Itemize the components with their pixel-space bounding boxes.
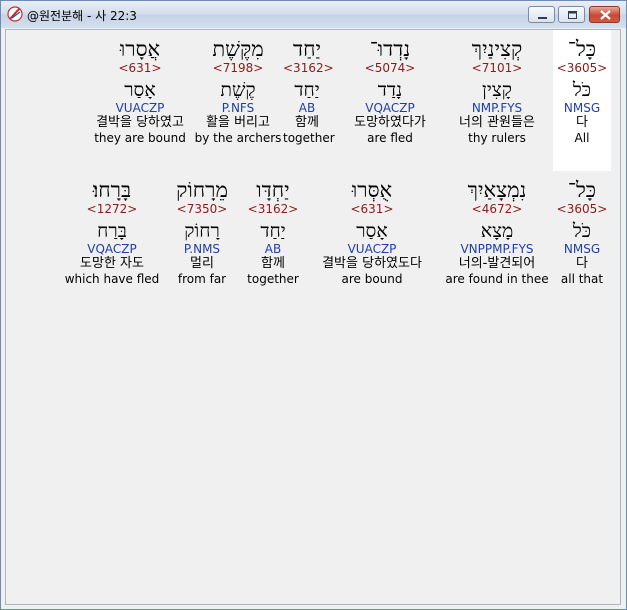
english-gloss: All — [574, 131, 590, 145]
hebrew-word: יַחַד — [292, 37, 322, 61]
parsing-code: VQACZP — [87, 242, 137, 256]
lemma: אָסַר — [124, 79, 156, 101]
strong-number[interactable]: <631> — [76, 61, 204, 75]
parsing-code: VQACZP — [365, 101, 415, 115]
parsing-code: VUACZP — [347, 242, 397, 256]
english-gloss: thy rulers — [468, 131, 526, 145]
strong-number[interactable]: <3162> — [283, 61, 334, 75]
lemma: רָחוֹק — [184, 220, 220, 242]
word-column[interactable]: קְצִינַיִךְ <7101> קָצִין NMP.FYS 너의 관원들… — [444, 37, 550, 145]
korean-gloss: 결박을 당하였고 — [96, 115, 184, 130]
korean-gloss: 다 — [576, 115, 588, 130]
parsing-code: AB — [264, 242, 282, 256]
strong-number[interactable]: <7101> — [444, 61, 550, 75]
korean-gloss: 결박을 당하였도다 — [322, 256, 422, 271]
lemma: יַחַד — [294, 79, 320, 101]
parsing-code: NMSG — [563, 101, 601, 115]
korean-gloss: 멀리 — [190, 256, 214, 271]
korean-gloss: 함께 — [295, 115, 319, 130]
word-column[interactable]: בָּרָחוּ׃ <1272> בָּרַח VQACZP 도망한 자도 wh… — [64, 178, 160, 286]
word-column[interactable]: כָּל־ <3605> כֹּל NMSG 다 all that — [553, 178, 611, 286]
hebrew-word: מִקֶּשֶׁת — [212, 37, 264, 61]
lemma: יַחַד — [260, 220, 286, 242]
korean-gloss: 함께 — [261, 256, 285, 271]
korean-gloss: 활을 버리고 — [206, 115, 270, 130]
english-gloss: which have fled — [64, 272, 160, 286]
parsing-code: NMSG — [563, 242, 601, 256]
english-gloss: are bound — [341, 272, 403, 286]
parsing-code: AB — [298, 101, 316, 115]
lemma: כֹּל — [572, 79, 592, 101]
word-column[interactable]: יַחְדָּו <3162> יַחַד AB 함께 together — [242, 178, 304, 286]
word-column[interactable]: נָדְדוּ־ <5074> נָדַד VQACZP 도망하였다가 are … — [342, 37, 438, 145]
parsing-code: VUACZP — [115, 101, 165, 115]
hebrew-word: אֲסָרוּ — [119, 37, 161, 61]
lemma: מָצָא — [480, 220, 514, 242]
hebrew-word: כָּל־ — [567, 178, 597, 202]
lemma: נָדַד — [377, 79, 403, 101]
word-analysis-panel: אֲסָרוּ <631> אָסַר VUACZP 결박을 당하였고 they… — [5, 29, 621, 605]
lemma: כֹּל — [572, 220, 592, 242]
korean-gloss: 도망하였다가 — [354, 115, 426, 130]
strong-number[interactable]: <7198> — [190, 61, 286, 75]
korean-gloss: 다 — [576, 256, 588, 271]
hebrew-word: קְצִינַיִךְ — [471, 37, 523, 61]
parsing-code: NMP.FYS — [471, 101, 523, 115]
close-icon — [600, 10, 611, 20]
parsing-code: P.NMS — [183, 242, 221, 256]
maximize-icon — [568, 11, 577, 19]
window-title: @원전분해 - 사 22:3 — [27, 9, 137, 23]
lemma: בָּרַח — [97, 220, 127, 242]
lemma: קָצִין — [482, 79, 512, 101]
title-bar[interactable]: @원전분해 - 사 22:3 — [1, 1, 626, 28]
strong-number[interactable]: <5074> — [342, 61, 438, 75]
english-gloss: by the archers — [194, 131, 282, 145]
word-column[interactable]: נִמְצָאַיִךְ <4672> מָצָא VNPPMP.FYS 너의-… — [443, 178, 551, 286]
english-gloss: together — [247, 272, 299, 286]
parsing-code: P.NFS — [221, 101, 255, 115]
word-column[interactable]: מֵרָחוֹק <7350> רָחוֹק P.NMS 멀리 from far — [170, 178, 234, 286]
hebrew-word: נִמְצָאַיִךְ — [467, 178, 527, 202]
strong-number[interactable]: <3162> — [242, 202, 304, 216]
strong-number[interactable]: <3605> — [553, 202, 611, 216]
strong-number[interactable]: <4672> — [443, 202, 551, 216]
word-column[interactable]: יַחַד <3162> יַחַד AB 함께 together — [283, 37, 335, 145]
strong-number[interactable]: <1272> — [64, 202, 160, 216]
app-icon[interactable] — [7, 6, 23, 22]
english-gloss: they are bound — [94, 131, 186, 145]
lemma: אָסַר — [356, 220, 388, 242]
english-gloss: from far — [177, 272, 227, 286]
english-gloss: are fled — [367, 131, 413, 145]
hebrew-word: יַחְדָּו — [256, 178, 290, 202]
word-column-selected[interactable]: כָּל־ <3605> כֹּל NMSG 다 All — [553, 30, 611, 171]
strong-number[interactable]: <7350> — [170, 202, 234, 216]
lemma: קֶשֶׁת — [220, 79, 256, 101]
korean-gloss: 너의 관원들은 — [459, 115, 535, 130]
english-gloss: are found in thee — [445, 272, 549, 286]
hebrew-word: נָדְדוּ־ — [369, 37, 411, 61]
hebrew-word: מֵרָחוֹק — [176, 178, 228, 202]
hebrew-word: אֻסְּרוּ — [351, 178, 393, 202]
korean-gloss: 너의-발견되어 — [458, 256, 536, 271]
word-column[interactable]: אֻסְּרוּ <631> אָסַר VUACZP 결박을 당하였도다 ar… — [306, 178, 438, 286]
maximize-button[interactable] — [558, 6, 585, 23]
hebrew-word: בָּרָחוּ׃ — [92, 178, 132, 202]
word-column[interactable]: אֲסָרוּ <631> אָסַר VUACZP 결박을 당하였고 they… — [76, 37, 204, 145]
korean-gloss: 도망한 자도 — [80, 256, 144, 271]
close-button[interactable] — [589, 6, 620, 23]
minimize-icon — [538, 17, 547, 19]
app-window: @원전분해 - 사 22:3 אֲסָרוּ <631> אָסַר VUACZ… — [0, 0, 627, 610]
english-gloss: together — [283, 131, 335, 145]
parsing-code: VNPPMP.FYS — [460, 242, 534, 256]
word-column[interactable]: מִקֶּשֶׁת <7198> קֶשֶׁת P.NFS 활을 버리고 by … — [190, 37, 286, 145]
english-gloss: all that — [560, 272, 604, 286]
minimize-button[interactable] — [528, 6, 555, 23]
strong-number[interactable]: <3605> — [553, 61, 611, 75]
hebrew-word: כָּל־ — [567, 37, 597, 61]
strong-number[interactable]: <631> — [306, 202, 438, 216]
